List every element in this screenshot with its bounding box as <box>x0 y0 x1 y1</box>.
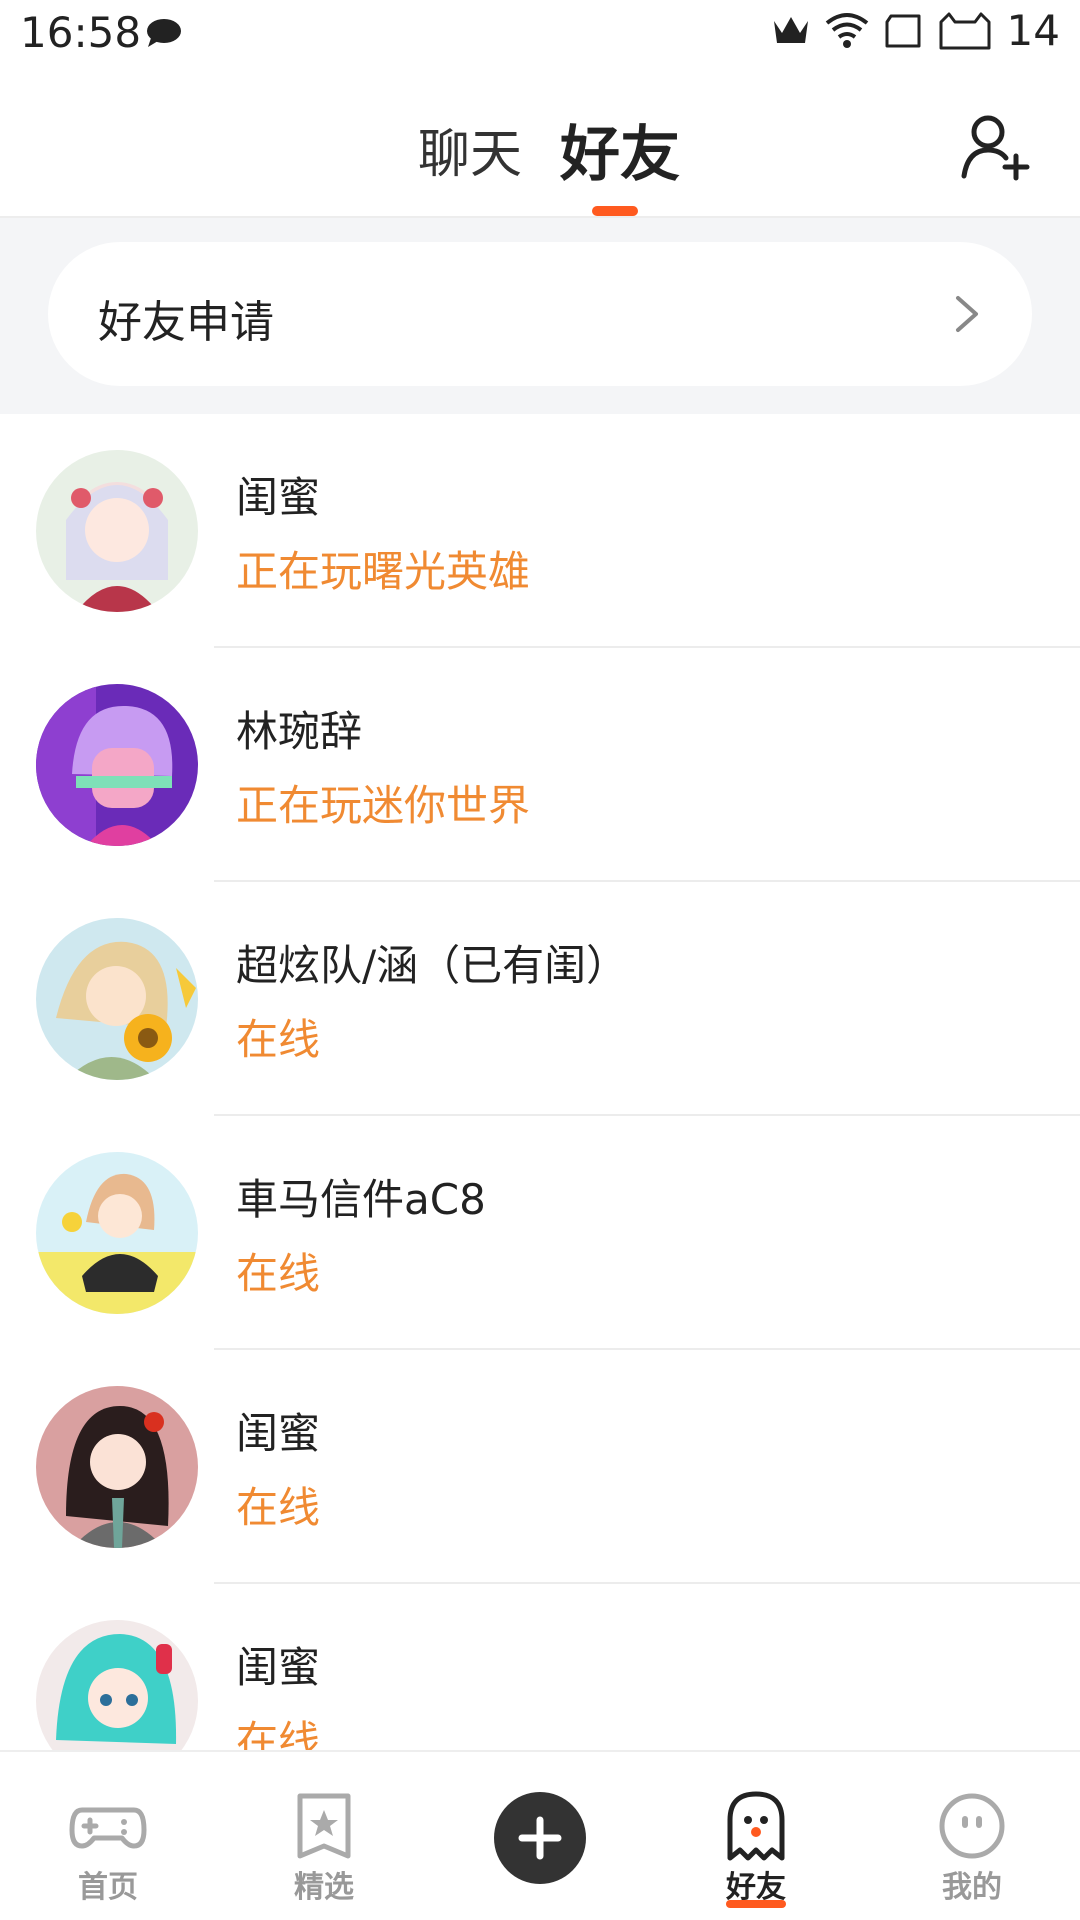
status-bar: 16:58 14 <box>0 0 1080 70</box>
friend-row[interactable]: 超炫队/涵（已有闺） 在线 <box>0 882 1080 1116</box>
nav-home[interactable]: 首页 <box>28 1752 188 1920</box>
message-icon <box>147 19 181 47</box>
nav-featured-label: 精选 <box>294 1870 354 1905</box>
friend-row[interactable]: 闺蜜 正在玩曙光英雄 <box>0 414 1080 648</box>
avatar[interactable] <box>36 918 198 1080</box>
avatar[interactable] <box>36 1386 198 1548</box>
friend-status: 在线 <box>236 1015 321 1064</box>
friend-name: 林琬辞 <box>236 707 363 756</box>
gamepad-icon <box>69 1807 147 1849</box>
friend-row[interactable]: 闺蜜 在线 <box>0 1350 1080 1584</box>
friend-status: 正在玩迷你世界 <box>236 781 531 830</box>
battery-cat-icon <box>939 12 991 49</box>
nav-mine[interactable]: 我的 <box>892 1752 1052 1920</box>
friend-name: 闺蜜 <box>236 473 321 522</box>
friend-row[interactable]: 車马信件aC8 在线 <box>0 1116 1080 1350</box>
ghost-icon <box>727 1791 785 1861</box>
top-header: 聊天 好友 <box>0 70 1080 218</box>
friend-status: 在线 <box>236 1717 321 1750</box>
status-icons: 14 <box>771 6 1060 55</box>
tab-chat[interactable]: 聊天 <box>418 112 522 187</box>
friend-status: 正在玩曙光英雄 <box>236 547 531 596</box>
face-icon <box>939 1793 1005 1859</box>
status-time: 16:58 <box>20 8 142 57</box>
friend-request-button[interactable]: 好友申请 <box>48 242 1032 386</box>
bottom-nav: 首页 精选 好友 我的 <box>0 1750 1080 1920</box>
avatar[interactable] <box>36 450 198 612</box>
add-friend-icon[interactable] <box>960 112 1030 182</box>
plus-icon <box>518 1816 562 1860</box>
avatar[interactable] <box>36 1620 198 1750</box>
battery-level: 14 <box>1006 6 1060 55</box>
friend-name: 車马信件aC8 <box>236 1175 486 1224</box>
friend-name: 闺蜜 <box>236 1409 321 1458</box>
chevron-right-icon <box>956 296 978 332</box>
friend-request-label: 好友申请 <box>98 297 274 348</box>
avatar[interactable] <box>36 1152 198 1314</box>
create-button[interactable] <box>494 1792 586 1884</box>
wifi-icon <box>825 12 868 48</box>
friend-request-section: 好友申请 <box>0 218 1080 414</box>
friend-status: 在线 <box>236 1249 321 1298</box>
friends-page: 16:58 14 聊天 好友 好友申请 闺蜜 正在玩曙光英雄 林琬辞 正在玩迷你… <box>0 0 1080 1920</box>
active-nav-indicator <box>726 1900 786 1908</box>
active-tab-indicator <box>592 206 638 216</box>
tab-friends[interactable]: 好友 <box>560 106 680 193</box>
friend-list: 闺蜜 正在玩曙光英雄 林琬辞 正在玩迷你世界 超炫队/涵（已有闺） 在线 車马信… <box>0 414 1080 1750</box>
friend-name: 超炫队/涵（已有闺） <box>236 941 629 990</box>
friend-row[interactable]: 林琬辞 正在玩迷你世界 <box>0 648 1080 882</box>
avatar[interactable] <box>36 684 198 846</box>
crown-icon <box>773 16 808 43</box>
nav-friends[interactable]: 好友 <box>676 1752 836 1920</box>
nav-home-label: 首页 <box>78 1870 138 1905</box>
friend-name: 闺蜜 <box>236 1643 321 1692</box>
star-card-icon <box>297 1793 351 1859</box>
friend-row[interactable]: 闺蜜 在线 <box>0 1584 1080 1750</box>
sim-icon <box>885 14 921 47</box>
nav-featured[interactable]: 精选 <box>244 1752 404 1920</box>
nav-mine-label: 我的 <box>942 1870 1002 1905</box>
friend-status: 在线 <box>236 1483 321 1532</box>
